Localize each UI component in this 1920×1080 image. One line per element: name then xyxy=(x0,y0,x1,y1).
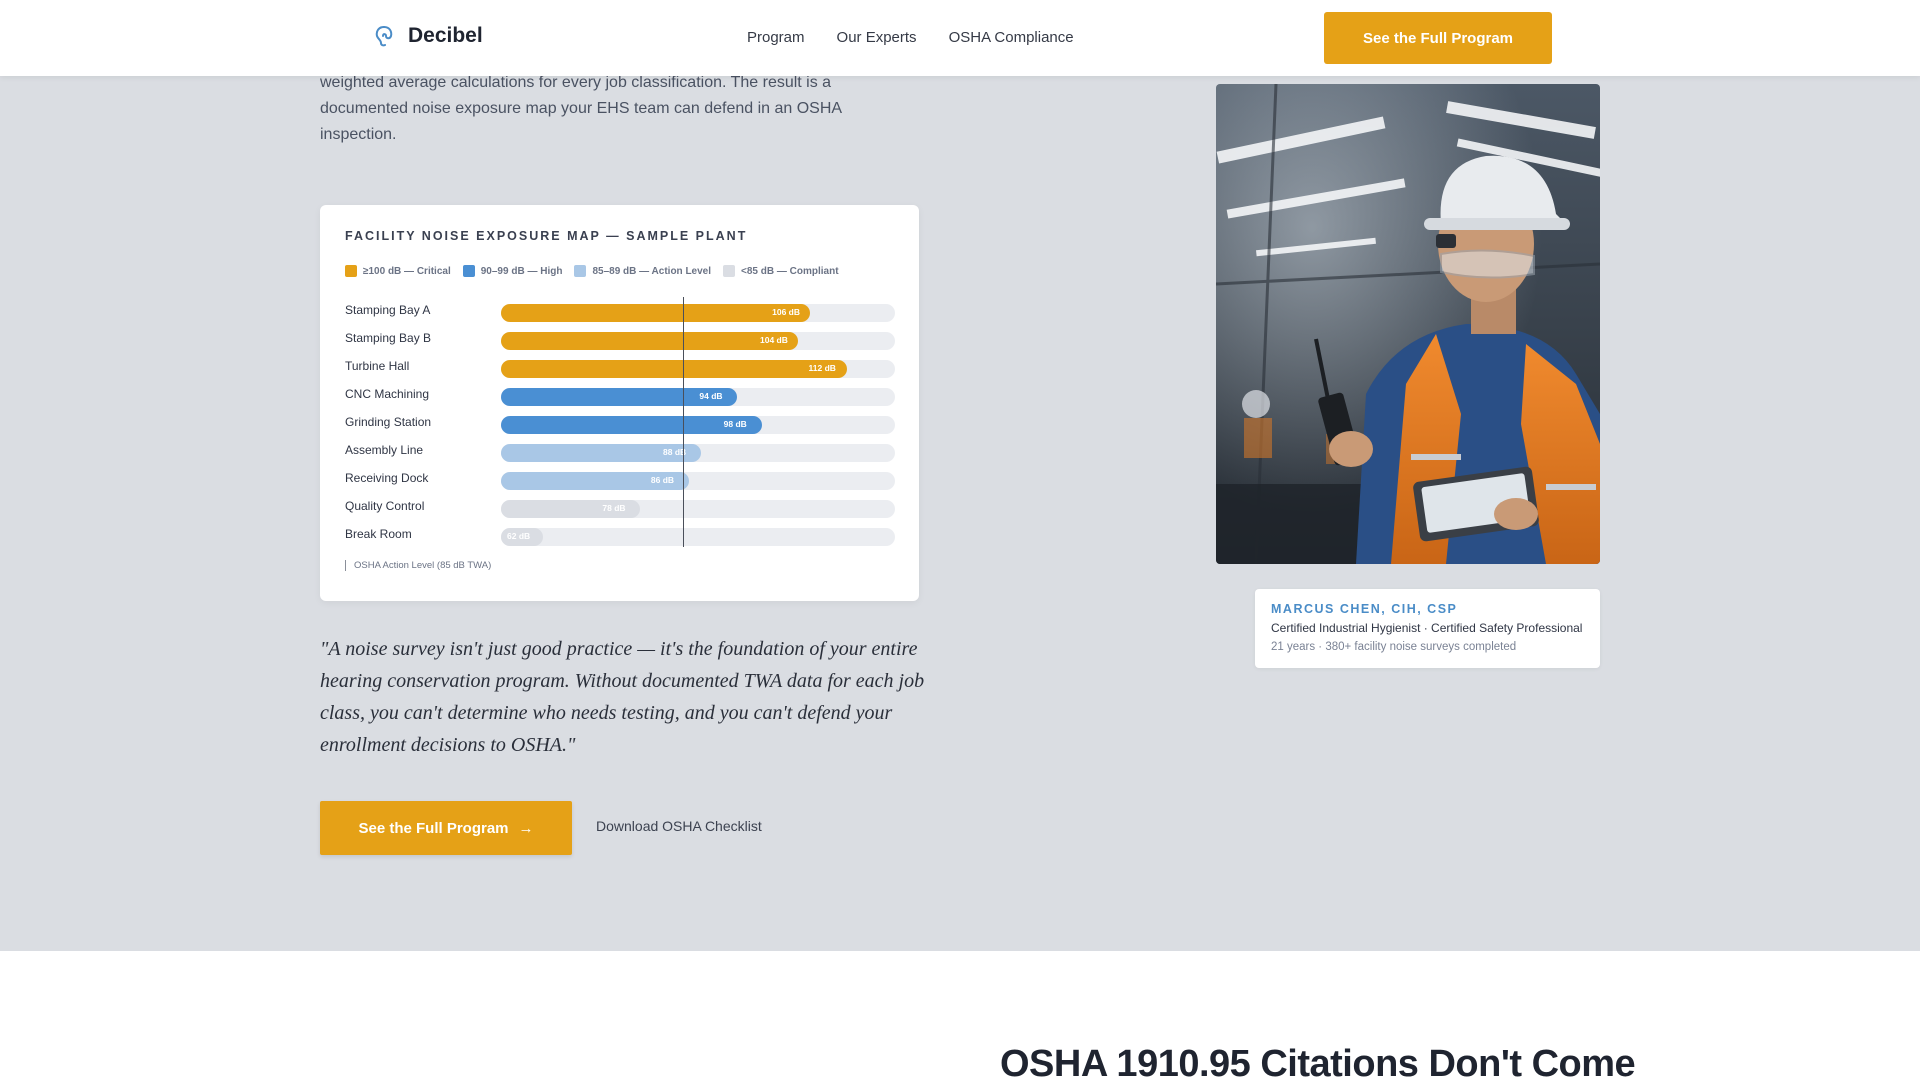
ear-icon xyxy=(375,26,393,47)
bar-category-label: Receiving Dock xyxy=(345,471,429,485)
bar xyxy=(501,304,811,322)
see-full-program-button[interactable]: See the Full Program → xyxy=(320,801,572,855)
hero-section: personal dosimeters on workers, area mon… xyxy=(0,0,1920,951)
legend-item: ≥100 dB — Critical xyxy=(345,265,451,277)
bar xyxy=(501,332,798,350)
chart-row: Quality Control 78 dB xyxy=(345,493,895,521)
expert-name: MARCUS CHEN, CIH, CSP xyxy=(1271,602,1458,616)
next-section: OSHA 1910.95 Citations Don't Come xyxy=(0,951,1920,1080)
expert-card: MARCUS CHEN, CIH, CSP Certified Industri… xyxy=(1255,589,1600,668)
bar-value-label: 86 dB xyxy=(650,475,675,485)
bar-track: 94 dB xyxy=(501,388,895,406)
bar xyxy=(501,416,762,434)
arrow-right-icon: → xyxy=(518,819,534,837)
bar-category-label: Stamping Bay B xyxy=(345,331,432,345)
chart-legend: ≥100 dB — Critical 90–99 dB — High 85–89 d… xyxy=(345,265,839,277)
bar-track: 112 dB xyxy=(501,360,895,378)
bar-value-label: 106 dB xyxy=(772,307,800,317)
bar-category-label: Stamping Bay A xyxy=(345,303,431,317)
site-header: Decibel Program Our Experts OSHA Complia… xyxy=(0,0,1920,76)
legend-swatch xyxy=(462,265,475,277)
chart-title: FACILITY NOISE EXPOSURE MAP — SAMPLE PLA… xyxy=(345,229,748,243)
legend-swatch xyxy=(723,265,736,277)
bar-track: 104 dB xyxy=(501,332,895,350)
bar-value-label: 78 dB xyxy=(602,503,626,513)
expert-title: Certified Industrial Hygienist · Certifi… xyxy=(1271,621,1583,635)
worker-with-tablet-photo-icon xyxy=(1216,84,1600,564)
bar-track: 88 dB xyxy=(501,444,895,462)
bar-value-label: 104 dB xyxy=(760,335,788,345)
bar-track: 98 dB xyxy=(501,416,895,434)
next-section-heading: OSHA 1910.95 Citations Don't Come xyxy=(1000,1043,1636,1080)
action-level-marker xyxy=(682,297,684,547)
chart-bars: Stamping Bay A 106 dB Stamping Bay B 104 dB… xyxy=(345,297,895,549)
chart-row: Receiving Dock 86 dB xyxy=(345,465,895,493)
bar-track: 86 dB xyxy=(501,472,895,490)
see-full-program-label: See the Full Program xyxy=(358,819,509,837)
bar-track: 106 dB xyxy=(501,304,895,322)
chart-row: Stamping Bay B 104 dB xyxy=(345,325,895,353)
nav-program[interactable]: Program xyxy=(747,29,805,46)
nav-osha-compliance[interactable]: OSHA Compliance xyxy=(949,29,1074,46)
main-nav: Program Our Experts OSHA Compliance xyxy=(747,29,1074,46)
chart-row: CNC Machining 94 dB xyxy=(345,381,895,409)
action-level-note: OSHA Action Level (85 dB TWA) xyxy=(345,560,491,571)
bar xyxy=(501,360,847,378)
legend-label: 90–99 dB — High xyxy=(480,265,563,277)
legend-label: <85 dB — Compliant xyxy=(741,265,839,277)
bar-value-label: 62 dB xyxy=(507,531,531,541)
legend-item: 85–89 dB — Action Level xyxy=(574,265,711,277)
chart-row: Turbine Hall 112 dB xyxy=(345,353,895,381)
bar-track: 62 dB xyxy=(501,528,895,546)
legend-item: <85 dB — Compliant xyxy=(723,265,839,277)
nav-our-experts[interactable]: Our Experts xyxy=(837,29,917,46)
noise-exposure-chart-card: FACILITY NOISE EXPOSURE MAP — SAMPLE PLA… xyxy=(320,205,919,601)
bar-category-label: CNC Machining xyxy=(345,387,430,401)
brand-logo[interactable]: Decibel xyxy=(374,24,483,48)
chart-row: Stamping Bay A 106 dB xyxy=(345,297,895,325)
expert-quote: "A noise survey isn't just good practice… xyxy=(320,638,925,756)
bar-track: 78 dB xyxy=(501,500,895,518)
legend-item: 90–99 dB — High xyxy=(462,265,563,277)
brand-name: Decibel xyxy=(408,24,483,47)
chart-row: Break Room 62 dB xyxy=(345,521,895,549)
bar-value-label: 112 dB xyxy=(808,363,836,373)
header-cta-button[interactable]: See the Full Program xyxy=(1324,12,1552,64)
chart-row: Assembly Line 88 dB xyxy=(345,437,895,465)
bar-category-label: Quality Control xyxy=(345,499,425,513)
download-checklist-link[interactable]: Download OSHA Checklist xyxy=(596,818,762,834)
legend-swatch xyxy=(574,265,587,277)
legend-label: 85–89 dB — Action Level xyxy=(592,265,712,277)
bar-category-label: Break Room xyxy=(345,527,412,541)
expert-photo xyxy=(1216,84,1600,564)
expert-meta: 21 years · 380+ facility noise surveys c… xyxy=(1271,641,1517,653)
chart-row: Grinding Station 98 dB xyxy=(345,409,895,437)
bar-value-label: 94 dB xyxy=(699,391,723,401)
bar-category-label: Assembly Line xyxy=(345,443,424,457)
bar-category-label: Grinding Station xyxy=(345,415,432,429)
bar-value-label: 98 dB xyxy=(723,419,747,429)
legend-label: ≥100 dB — Critical xyxy=(363,265,451,277)
legend-swatch xyxy=(345,265,357,277)
bar-category-label: Turbine Hall xyxy=(345,359,410,373)
